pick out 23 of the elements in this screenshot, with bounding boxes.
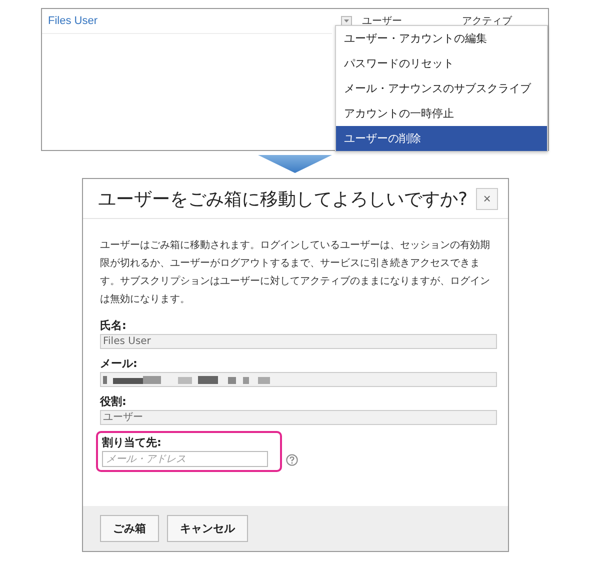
- field-label: 氏名:: [100, 318, 128, 334]
- menu-item[interactable]: メール・アナウンスのサブスクライブ: [336, 76, 547, 101]
- down-arrow-icon: [258, 155, 332, 173]
- field-label: 役割:: [100, 394, 128, 410]
- readonly-field: Files User: [100, 334, 497, 349]
- trash-button[interactable]: ごみ箱: [100, 515, 159, 542]
- field-label: 割り当て先:: [102, 435, 162, 451]
- menu-item[interactable]: ユーザー・アカウントの編集: [336, 26, 547, 51]
- readonly-field: ユーザー: [100, 410, 497, 425]
- column-header: ユーザー: [362, 15, 403, 28]
- menu-item[interactable]: ユーザーの削除: [336, 126, 547, 151]
- help-icon[interactable]: [286, 454, 298, 466]
- dropdown-caret-icon[interactable]: [341, 16, 352, 26]
- email-input[interactable]: メール・アドレス: [102, 451, 268, 467]
- user-name-link[interactable]: Files User: [48, 15, 98, 27]
- menu-item[interactable]: パスワードのリセット: [336, 51, 547, 76]
- dialog-message: ユーザーはごみ箱に移動されます。ログインしているユーザーは、セッションの有効期限が切れるか、ユーザーがログアウトするまで、サービスに引き続きアクセスできます。サブスクリプションはユーザーに対してアクティブのままになりますが、ログインは無効になります。: [100, 238, 491, 307]
- field-label: メール:: [100, 356, 138, 372]
- close-button[interactable]: ×: [476, 188, 498, 210]
- column-header: アクティブ: [462, 14, 512, 28]
- dialog-title: ユーザーをごみ箱に移動してよろしいですか?: [98, 188, 468, 210]
- cancel-button[interactable]: キャンセル: [167, 515, 248, 542]
- menu-item[interactable]: アカウントの一時停止: [336, 101, 547, 126]
